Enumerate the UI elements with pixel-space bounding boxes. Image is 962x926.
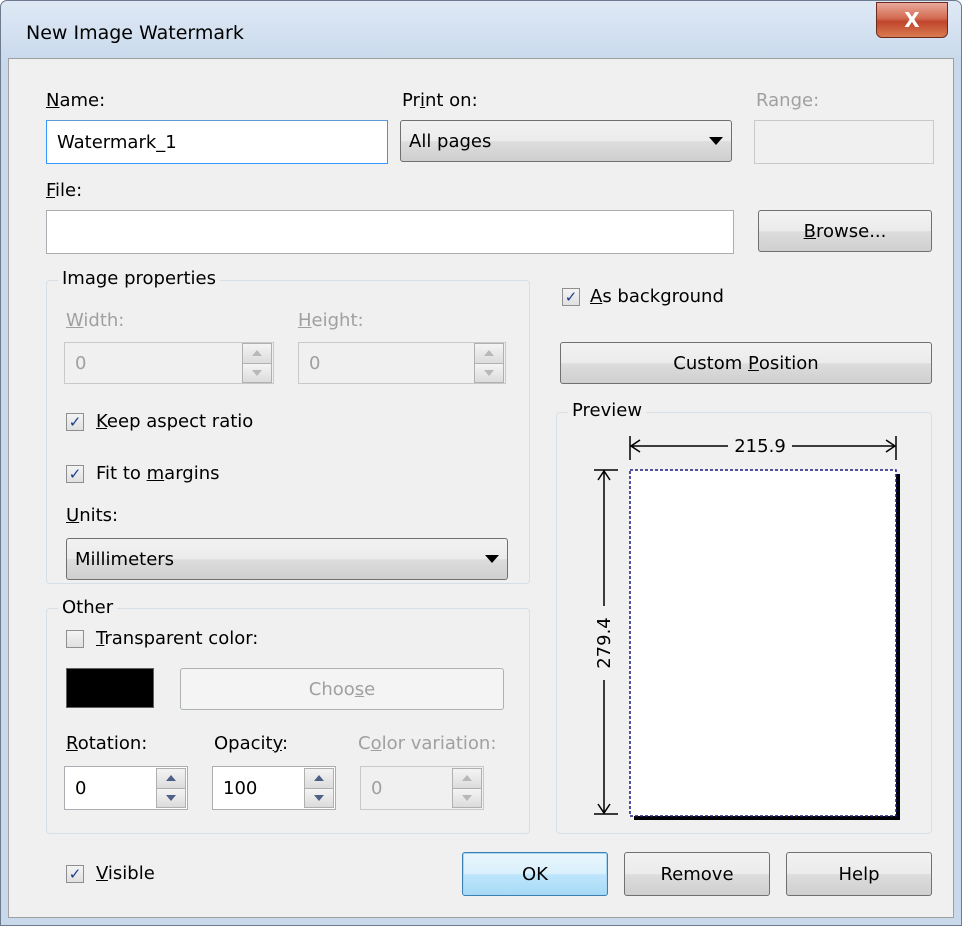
remove-button[interactable]: Remove (624, 852, 770, 896)
print-on-value: All pages (409, 130, 492, 152)
other-title: Other (58, 597, 118, 618)
keep-aspect-checkbox[interactable]: ✓ (66, 413, 84, 431)
transparent-color-label[interactable]: Transparent color: (96, 628, 258, 649)
preview-drawing: 215.9 279.4 (594, 436, 900, 820)
spin-up-icon[interactable] (305, 769, 333, 788)
units-value: Millimeters (75, 548, 175, 570)
fit-margins-label[interactable]: Fit to margins (96, 463, 220, 484)
spin-up-icon[interactable] (157, 769, 185, 788)
window-title: New Image Watermark (26, 22, 244, 44)
opacity-label: Opacity: (214, 733, 289, 754)
print-on-dropdown[interactable]: All pages (400, 120, 732, 162)
close-button[interactable]: X (876, 2, 948, 38)
custom-position-button[interactable]: Custom Position (560, 342, 932, 384)
preview-title: Preview (568, 400, 647, 421)
visible-checkbox[interactable]: ✓ (66, 865, 84, 883)
close-icon: X (904, 8, 920, 32)
checkmark-icon: ✓ (68, 412, 82, 431)
units-label: Units: (66, 505, 119, 526)
spin-down-icon (475, 362, 503, 382)
checkmark-icon: ✓ (68, 864, 82, 883)
file-label: File: (46, 180, 83, 201)
color-swatch (66, 668, 154, 708)
image-properties-title: Image properties (58, 268, 220, 289)
height-spinner (474, 343, 504, 383)
chevron-down-icon (485, 555, 499, 563)
checkmark-icon: ✓ (564, 287, 578, 306)
spin-down-icon (453, 787, 481, 807)
range-input (754, 120, 934, 164)
spin-down-icon (243, 362, 271, 382)
fit-margins-checkbox[interactable]: ✓ (66, 465, 84, 483)
rotation-label: Rotation: (66, 733, 148, 754)
spin-down-icon[interactable] (305, 787, 333, 807)
spin-down-icon[interactable] (157, 787, 185, 807)
spin-up-icon (243, 344, 271, 363)
preview-width-value: 215.9 (734, 436, 786, 457)
width-label: Width: (66, 310, 125, 331)
file-path-input[interactable] (46, 210, 734, 254)
choose-color-button: Choo s e (180, 668, 504, 710)
name-input[interactable]: Watermark_1 (46, 120, 388, 164)
opacity-spinner[interactable] (304, 768, 334, 808)
as-background-label[interactable]: As background (590, 286, 724, 307)
help-button[interactable]: Help (786, 852, 932, 896)
spin-up-icon (475, 344, 503, 363)
as-background-checkbox[interactable]: ✓ (562, 288, 580, 306)
checkmark-icon: ✓ (68, 464, 82, 483)
page-preview (629, 469, 897, 817)
keep-aspect-label[interactable]: Keep aspect ratio (96, 411, 253, 432)
name-label: Name: (46, 90, 106, 111)
spin-up-icon (453, 769, 481, 788)
ok-button[interactable]: OK (462, 852, 608, 896)
range-label: Range: (756, 90, 820, 111)
visible-label[interactable]: Visible (96, 863, 155, 884)
chevron-down-icon (709, 137, 723, 145)
browse-button[interactable]: Browse... (758, 210, 932, 252)
color-variation-spinner (452, 768, 482, 808)
units-dropdown[interactable]: Millimeters (66, 538, 508, 580)
print-on-label: Print on: (402, 90, 478, 111)
transparent-color-checkbox[interactable] (66, 630, 84, 648)
width-spinner (242, 343, 272, 383)
height-label: Height: (298, 310, 364, 331)
rotation-spinner[interactable] (156, 768, 186, 808)
color-variation-label: Color variation: (358, 733, 497, 754)
preview-height-value: 279.4 (594, 617, 615, 669)
